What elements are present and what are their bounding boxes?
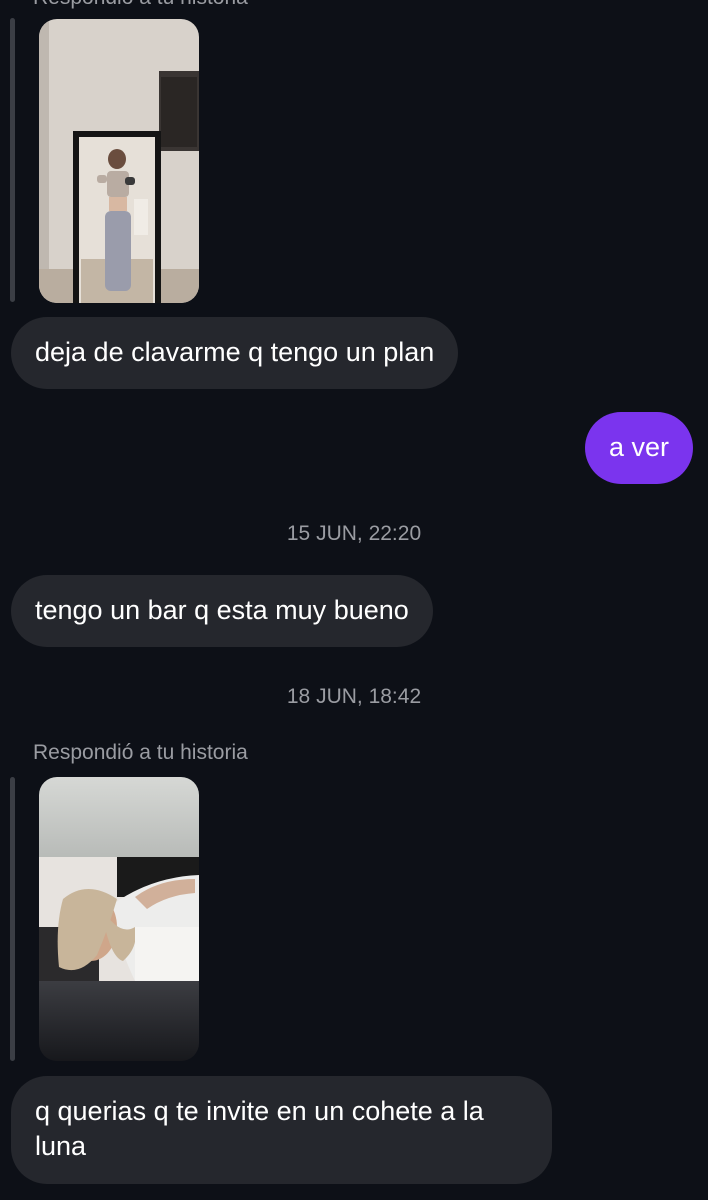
reply-label-top: Respondió a tu historia — [33, 0, 248, 10]
reply-quote-bar — [10, 777, 15, 1061]
timestamp: 18 JUN, 18:42 — [286, 685, 422, 708]
incoming-message[interactable]: tengo un bar q esta muy bueno — [11, 575, 433, 647]
story-image-selfie — [39, 777, 199, 1061]
reply-label: Respondió a tu historia — [33, 741, 248, 764]
story-image-mirror-selfie — [39, 19, 199, 303]
incoming-message[interactable]: deja de clavarme q tengo un plan — [11, 317, 459, 389]
chat-thread: Respondió a tu historia deja de clavarme… — [0, 0, 708, 1200]
timestamp: 15 JUN, 22:20 — [286, 522, 422, 545]
story-thumbnail-2[interactable] — [39, 777, 199, 1061]
reply-quote-bar — [10, 18, 15, 302]
outgoing-message[interactable]: a ver — [584, 412, 693, 484]
incoming-message[interactable]: q querias q te invite en un cohete a la … — [11, 1076, 552, 1184]
story-thumbnail-1[interactable] — [39, 19, 199, 303]
